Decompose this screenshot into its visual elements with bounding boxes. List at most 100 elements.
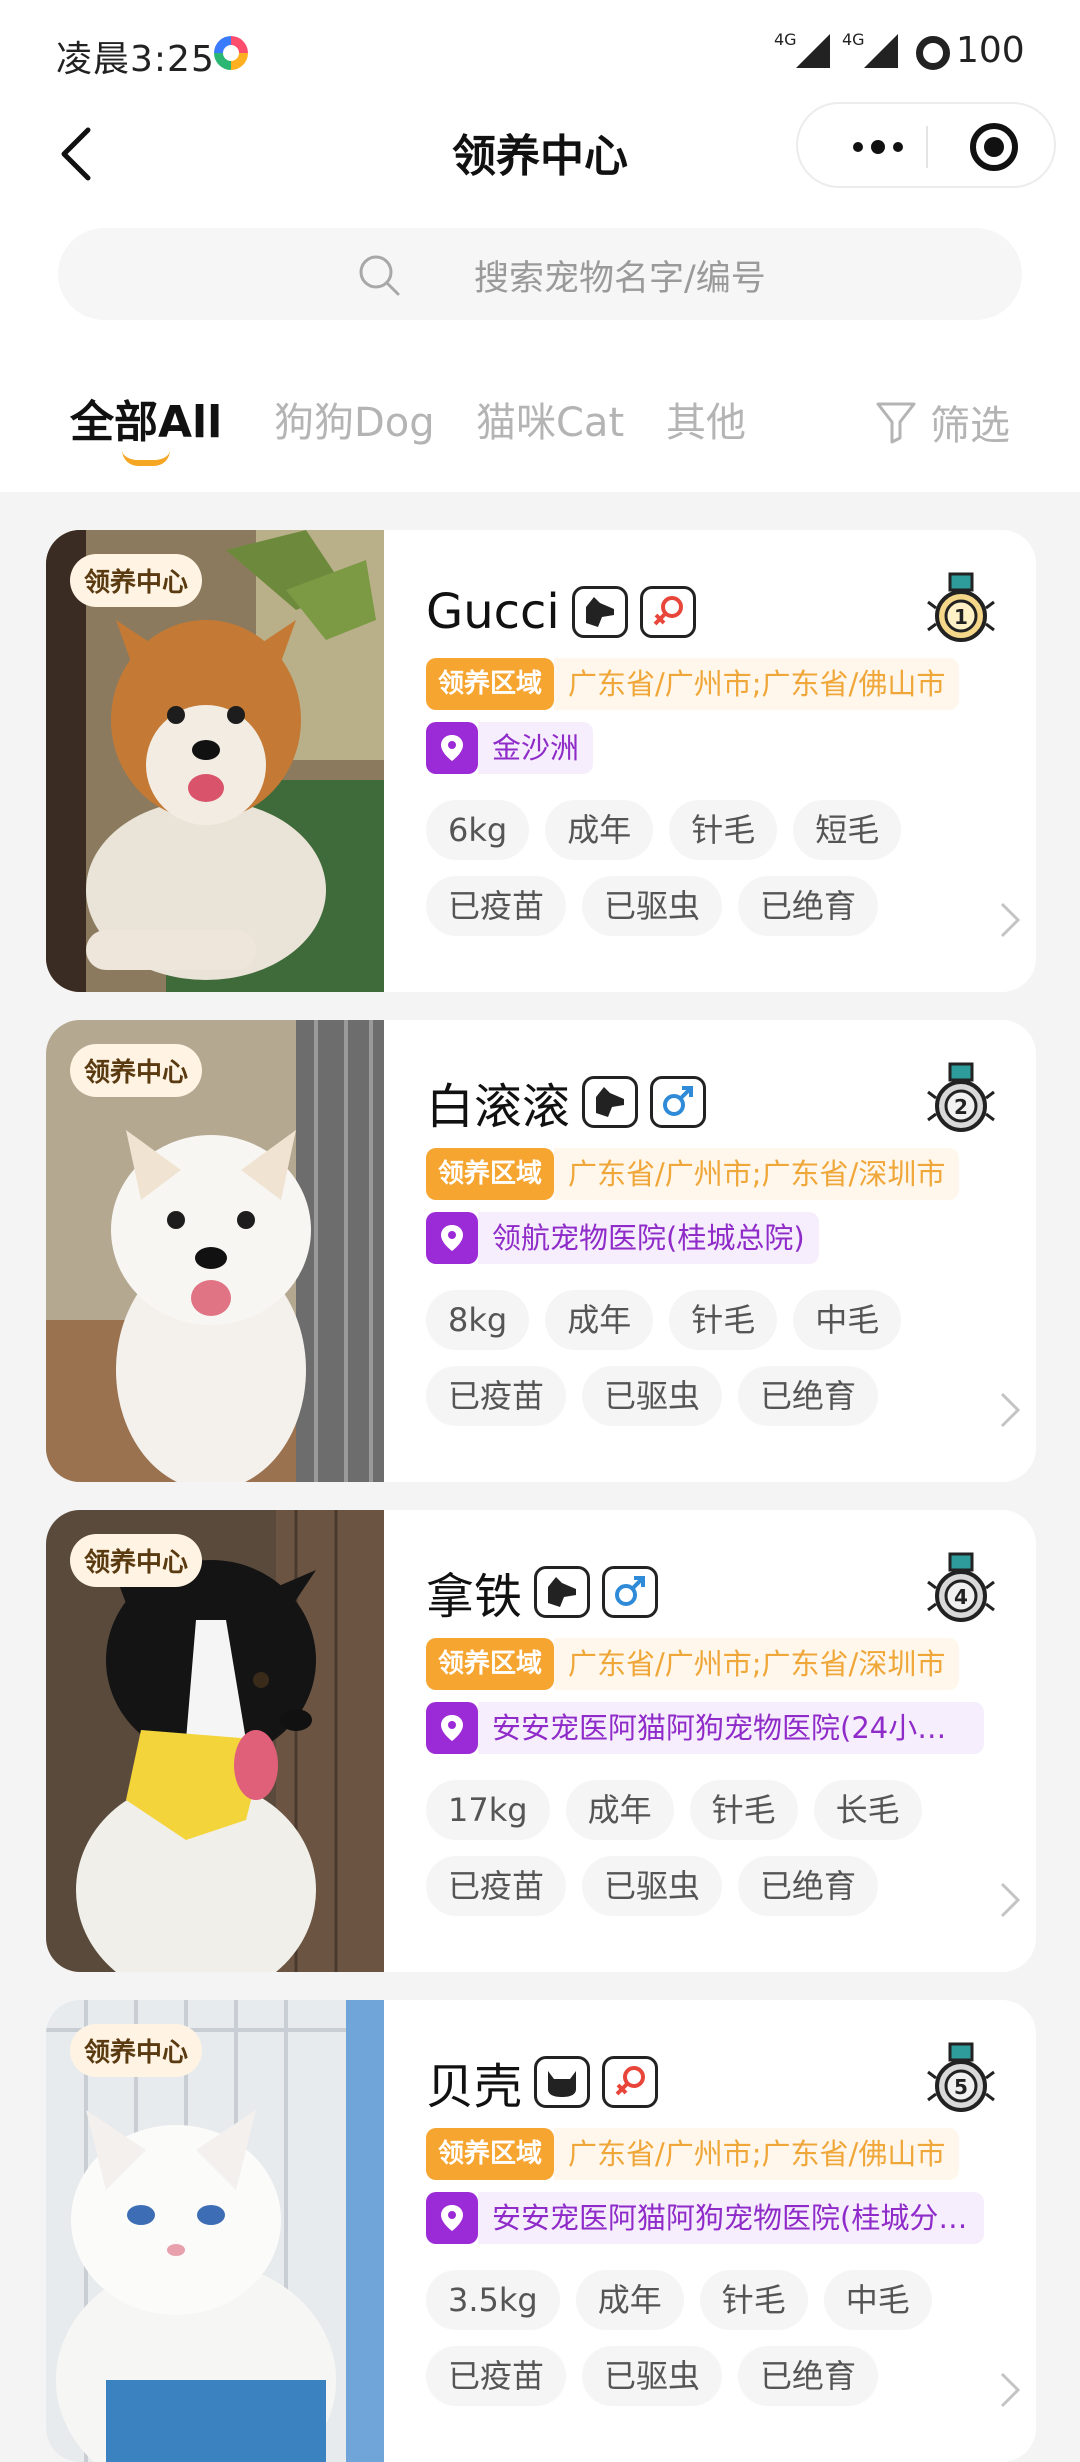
filter-label: 筛选 — [930, 403, 1010, 449]
attr-coat-type: 针毛 — [669, 800, 778, 860]
location-row: 金沙洲 — [426, 722, 594, 774]
dog-icon — [534, 1566, 591, 1618]
location-row: 安安宠医阿猫阿狗宠物医院(桂城分院) — [426, 2192, 984, 2244]
chevron-right-icon[interactable] — [994, 2368, 1024, 2412]
filter-button[interactable]: 筛选 — [874, 392, 1010, 452]
attr-neutered: 已绝育 — [738, 1856, 879, 1916]
attr-coat-type: 针毛 — [699, 2270, 808, 2330]
female-icon — [639, 586, 696, 638]
mini-program-capsule — [796, 102, 1056, 188]
chevron-right-icon[interactable] — [994, 1388, 1024, 1432]
attr-vaccinated: 已疫苗 — [426, 1366, 567, 1426]
page-title: 领养中心 — [452, 131, 628, 182]
pet-info: 拿铁 4 领养区域 广东省/广州市;广东省/深圳市 安安宠医阿猫阿狗宠物医院(2… — [426, 1510, 1026, 1972]
search-input[interactable]: 搜索宠物名字/编号 — [58, 228, 1022, 320]
attr-coat-length: 长毛 — [813, 1780, 922, 1840]
attribute-row: 17kg 成年 针毛 长毛 — [426, 1780, 938, 1840]
name-row: 贝壳 — [426, 2052, 659, 2115]
attr-weight: 6kg — [426, 800, 530, 860]
medal-icon: 5 — [927, 2042, 995, 2112]
more-button[interactable] — [828, 104, 928, 190]
close-mini-program-icon[interactable] — [970, 123, 1018, 171]
region-text: 广东省/广州市;广东省/深圳市 — [554, 1638, 960, 1690]
chevron-right-icon[interactable] — [994, 1878, 1024, 1922]
male-icon — [650, 1076, 707, 1128]
medal-icon: 2 — [927, 1062, 995, 1132]
male-icon — [602, 1566, 659, 1618]
svg-text:5: 5 — [954, 2075, 968, 2099]
adoption-center-badge: 领养中心 — [70, 1534, 203, 1587]
attr-coat-length: 短毛 — [793, 800, 902, 860]
pet-name: 白滚滚 — [426, 1079, 571, 1135]
name-row: 拿铁 — [426, 1562, 659, 1625]
attr-neutered: 已绝育 — [738, 876, 879, 936]
pet-card[interactable]: 领养中心 Gucci 1 领养区域 广东省/广州市;广东省/佛山市 金沙洲 6k… — [46, 530, 1036, 992]
attr-coat-length: 中毛 — [793, 1290, 902, 1350]
card-photo-edge — [376, 1020, 392, 1482]
app-notification-icon — [214, 36, 248, 70]
nav-bar: 领养中心 — [0, 100, 1080, 220]
svg-text:2: 2 — [954, 1095, 968, 1119]
region-text: 广东省/广州市;广东省/佛山市 — [554, 658, 960, 710]
region-text: 广东省/广州市;广东省/深圳市 — [554, 1148, 960, 1200]
signal-label: 4G — [842, 30, 865, 49]
tab-all[interactable]: 全部All — [70, 386, 222, 450]
attr-dewormed: 已驱虫 — [582, 876, 723, 936]
region-tag: 领养区域 — [426, 1638, 555, 1690]
pet-card[interactable]: 领养中心 白滚滚 2 领养区域 广东省/广州市;广东省/深圳市 领航宠物医院(桂… — [46, 1020, 1036, 1482]
chevron-left-icon — [61, 127, 91, 181]
health-row: 已疫苗 已驱虫 已绝育 — [426, 2346, 894, 2406]
adoption-region: 领养区域 广东省/广州市;广东省/佛山市 — [426, 658, 986, 710]
attr-coat-type: 针毛 — [669, 1290, 778, 1350]
attr-vaccinated: 已疫苗 — [426, 2346, 567, 2406]
battery-icon — [916, 36, 950, 70]
location-pin-icon — [426, 1702, 478, 1754]
status-bar: 凌晨3:25 4G 4G 100 — [0, 0, 1080, 100]
tab-other[interactable]: 其他 — [666, 390, 746, 448]
pet-card[interactable]: 领养中心 拿铁 4 领养区域 广东省/广州市;广东省/深圳市 安安宠医阿猫阿狗宠… — [46, 1510, 1036, 1972]
region-tag: 领养区域 — [426, 2128, 555, 2180]
back-button[interactable] — [52, 114, 112, 204]
pet-name: Gucci — [426, 584, 560, 640]
pet-card[interactable]: 领养中心 贝壳 5 领养区域 广东省/广州市;广东省/佛山市 安安宠医阿猫阿狗宠… — [46, 2000, 1036, 2462]
location-row: 领航宠物医院(桂城总院) — [426, 1212, 819, 1264]
location-text: 安安宠医阿猫阿狗宠物医院(桂城分院) — [478, 2192, 984, 2244]
adoption-center-badge: 领养中心 — [70, 2024, 203, 2077]
dog-icon — [571, 586, 628, 638]
attr-age: 成年 — [565, 1780, 674, 1840]
more-dots-icon — [853, 140, 903, 154]
capsule-divider — [926, 126, 928, 168]
attr-dewormed: 已驱虫 — [582, 1366, 723, 1426]
location-pin-icon — [426, 2192, 478, 2244]
location-pin-icon — [426, 722, 478, 774]
attr-weight: 3.5kg — [426, 2270, 560, 2330]
attr-neutered: 已绝育 — [738, 1366, 879, 1426]
tab-active-indicator — [122, 450, 170, 466]
card-photo-edge — [376, 530, 392, 992]
region-tag: 领养区域 — [426, 1148, 555, 1200]
adoption-region: 领养区域 广东省/广州市;广东省/深圳市 — [426, 1638, 986, 1690]
medal-icon: 4 — [927, 1552, 995, 1622]
signal-label: 4G — [774, 30, 797, 49]
pet-name: 拿铁 — [426, 1569, 523, 1625]
signal-icon: 4G — [842, 30, 898, 70]
region-text: 广东省/广州市;广东省/佛山市 — [554, 2128, 960, 2180]
location-text: 领航宠物医院(桂城总院) — [478, 1212, 819, 1264]
chevron-right-icon[interactable] — [994, 898, 1024, 942]
name-row: 白滚滚 — [426, 1072, 707, 1135]
tab-cat[interactable]: 猫咪Cat — [476, 390, 624, 448]
attr-age: 成年 — [545, 1290, 654, 1350]
name-row: Gucci — [426, 582, 696, 642]
status-time: 凌晨3:25 — [56, 39, 215, 80]
pet-info: 白滚滚 2 领养区域 广东省/广州市;广东省/深圳市 领航宠物医院(桂城总院) — [426, 1020, 1026, 1482]
attr-neutered: 已绝育 — [738, 2346, 879, 2406]
header-area: 凌晨3:25 4G 4G 100 领养中心 搜索宠物名字/编号 全部All 狗狗… — [0, 0, 1080, 492]
tab-dog[interactable]: 狗狗Dog — [274, 390, 435, 448]
attr-dewormed: 已驱虫 — [582, 2346, 723, 2406]
category-tabs: 全部All 狗狗Dog 猫咪Cat 其他 筛选 — [0, 380, 1080, 480]
adoption-region: 领养区域 广东省/广州市;广东省/深圳市 — [426, 1148, 986, 1200]
attr-vaccinated: 已疫苗 — [426, 1856, 567, 1916]
attribute-row: 3.5kg 成年 针毛 中毛 — [426, 2270, 948, 2330]
svg-text:4: 4 — [954, 1585, 968, 1609]
adoption-center-badge: 领养中心 — [70, 1044, 203, 1097]
